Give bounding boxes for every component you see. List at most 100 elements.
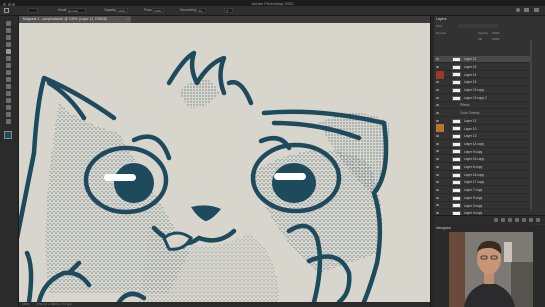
visibility-eye-icon[interactable] bbox=[436, 204, 439, 207]
layer-row[interactable]: Layer 16 copy bbox=[434, 156, 531, 164]
layer-row[interactable]: Layer 3 copy bbox=[434, 202, 531, 210]
visibility-eye-icon[interactable] bbox=[436, 119, 439, 122]
link-layers-icon[interactable] bbox=[494, 218, 498, 222]
trash-icon[interactable] bbox=[536, 218, 540, 222]
opacity-field[interactable]: 100% bbox=[116, 8, 128, 13]
move-tool-icon[interactable] bbox=[6, 21, 11, 26]
zoom-tool-icon[interactable] bbox=[6, 119, 11, 124]
document-tab[interactable]: Magnets 1 - peopleatwork @ 100% (Layer 1… bbox=[19, 16, 131, 23]
visibility-eye-icon[interactable] bbox=[436, 104, 439, 107]
search-icon[interactable] bbox=[516, 8, 520, 12]
filter-icons[interactable] bbox=[458, 24, 498, 28]
layer-name: Layer 9 copy bbox=[464, 149, 483, 154]
flow-field[interactable]: 100% bbox=[152, 8, 164, 13]
layer-row[interactable]: Layer 19 copy 2 bbox=[434, 95, 531, 102]
fill-field[interactable]: 100% bbox=[492, 37, 500, 41]
eyedropper-tool-icon[interactable] bbox=[6, 63, 11, 68]
visibility-eye-icon[interactable] bbox=[436, 111, 439, 114]
brush-tool-icon[interactable] bbox=[6, 49, 11, 54]
layers-scrollbar[interactable] bbox=[530, 40, 532, 210]
layer-thumbnail bbox=[452, 80, 461, 86]
layer-row[interactable]: Layer 7 copy bbox=[434, 187, 531, 194]
layer-row[interactable]: Layer 14 copy bbox=[434, 141, 531, 148]
kind-filter[interactable]: Kind bbox=[436, 24, 442, 28]
foreground-color-swatch[interactable] bbox=[4, 131, 12, 139]
layer-row[interactable]: Layer 17 copy bbox=[434, 179, 531, 187]
layer-filter-row: Kind bbox=[436, 24, 541, 29]
layer-row[interactable]: Layer 14 bbox=[434, 71, 531, 79]
smoothing-field[interactable]: 0% bbox=[196, 8, 206, 13]
adjustment-icon[interactable] bbox=[515, 218, 519, 222]
brush-preset-picker[interactable] bbox=[28, 8, 38, 13]
layer-row[interactable]: Layer 9 copy bbox=[434, 195, 531, 202]
hand-tool-icon[interactable] bbox=[6, 112, 11, 117]
visibility-eye-icon[interactable] bbox=[436, 65, 439, 68]
navigator-tab[interactable]: Navigator bbox=[436, 226, 451, 230]
layer-thumbnail bbox=[452, 157, 461, 163]
mode-select[interactable]: Normal bbox=[66, 8, 86, 13]
blend-mode-select[interactable]: Normal bbox=[436, 31, 446, 35]
visibility-eye-icon[interactable] bbox=[436, 135, 439, 137]
new-layer-icon[interactable] bbox=[529, 218, 533, 222]
layer-thumbnail bbox=[452, 72, 461, 78]
mask-icon[interactable] bbox=[508, 218, 512, 222]
visibility-eye-icon[interactable] bbox=[436, 58, 439, 60]
quick-select-tool-icon[interactable] bbox=[6, 42, 11, 47]
lasso-tool-icon[interactable] bbox=[6, 35, 11, 40]
layer-row[interactable]: Layer 16 bbox=[434, 64, 531, 71]
opacity-field[interactable]: 100% bbox=[492, 31, 500, 35]
visibility-eye-icon[interactable] bbox=[436, 196, 439, 199]
visibility-eye-icon[interactable] bbox=[436, 81, 439, 84]
home-icon[interactable] bbox=[4, 8, 9, 13]
layer-row[interactable]: Layer 19 copy bbox=[434, 87, 531, 94]
layer-row[interactable]: Layer 8 copy bbox=[434, 164, 531, 171]
blend-row: Normal Opacity: 100% bbox=[436, 31, 541, 36]
crop-tool-icon[interactable] bbox=[6, 56, 11, 61]
layer-row[interactable]: Color Overlay bbox=[434, 110, 531, 117]
layer-thumbnail bbox=[452, 187, 461, 193]
layer-name: Effects bbox=[460, 103, 470, 108]
close-tab-icon[interactable]: × bbox=[127, 16, 129, 23]
stamp-tool-icon[interactable] bbox=[6, 77, 11, 82]
type-tool-icon[interactable] bbox=[6, 105, 11, 110]
lock-row: Fill: 100% bbox=[436, 37, 541, 42]
visibility-eye-icon[interactable] bbox=[436, 142, 439, 145]
canvas[interactable] bbox=[19, 23, 430, 302]
layer-name: Layer 15 bbox=[464, 80, 477, 85]
layer-name: Layer 7 copy bbox=[464, 188, 483, 193]
layer-row[interactable]: Effects bbox=[434, 102, 531, 110]
visibility-eye-icon[interactable] bbox=[436, 212, 439, 214]
eraser-tool-icon[interactable] bbox=[6, 84, 11, 89]
visibility-eye-icon[interactable] bbox=[436, 150, 439, 153]
visibility-eye-icon[interactable] bbox=[436, 173, 439, 176]
healing-tool-icon[interactable] bbox=[6, 70, 11, 75]
layer-row[interactable]: Layer 13 bbox=[434, 133, 531, 140]
visibility-eye-icon[interactable] bbox=[436, 165, 439, 168]
layer-row[interactable]: Layer 15 bbox=[434, 79, 531, 87]
zoom-level[interactable]: 100% bbox=[22, 302, 30, 306]
layer-row[interactable]: Layer 11 bbox=[434, 56, 531, 63]
pen-tool-icon[interactable] bbox=[6, 98, 11, 103]
workspace-icon[interactable] bbox=[524, 8, 529, 12]
layer-thumbnail bbox=[452, 57, 461, 62]
visibility-eye-icon[interactable] bbox=[436, 188, 439, 191]
layer-name: Layer 12 bbox=[464, 118, 477, 123]
angle-field[interactable]: 0° bbox=[224, 8, 233, 13]
marquee-tool-icon[interactable] bbox=[6, 28, 11, 33]
visibility-eye-icon[interactable] bbox=[436, 158, 439, 161]
layer-row[interactable]: Layer 9 copy bbox=[434, 148, 531, 156]
visibility-eye-icon[interactable] bbox=[436, 96, 439, 99]
layer-name: Layer 19 copy bbox=[464, 88, 485, 93]
gradient-tool-icon[interactable] bbox=[6, 91, 11, 96]
layers-tab[interactable]: Layers bbox=[436, 17, 447, 21]
visibility-eye-icon[interactable] bbox=[436, 88, 439, 91]
layer-name: Layer 19 copy 2 bbox=[464, 95, 487, 100]
new-group-icon[interactable] bbox=[522, 218, 526, 222]
layer-thumbnail bbox=[452, 118, 461, 124]
layer-row[interactable]: Layer 10 bbox=[434, 125, 531, 133]
visibility-eye-icon[interactable] bbox=[436, 181, 439, 184]
share-icon[interactable] bbox=[534, 8, 539, 12]
layer-row[interactable]: Layer 18 copy bbox=[434, 172, 531, 179]
fx-icon[interactable] bbox=[501, 218, 505, 222]
layer-row[interactable]: Layer 12 bbox=[434, 118, 531, 125]
